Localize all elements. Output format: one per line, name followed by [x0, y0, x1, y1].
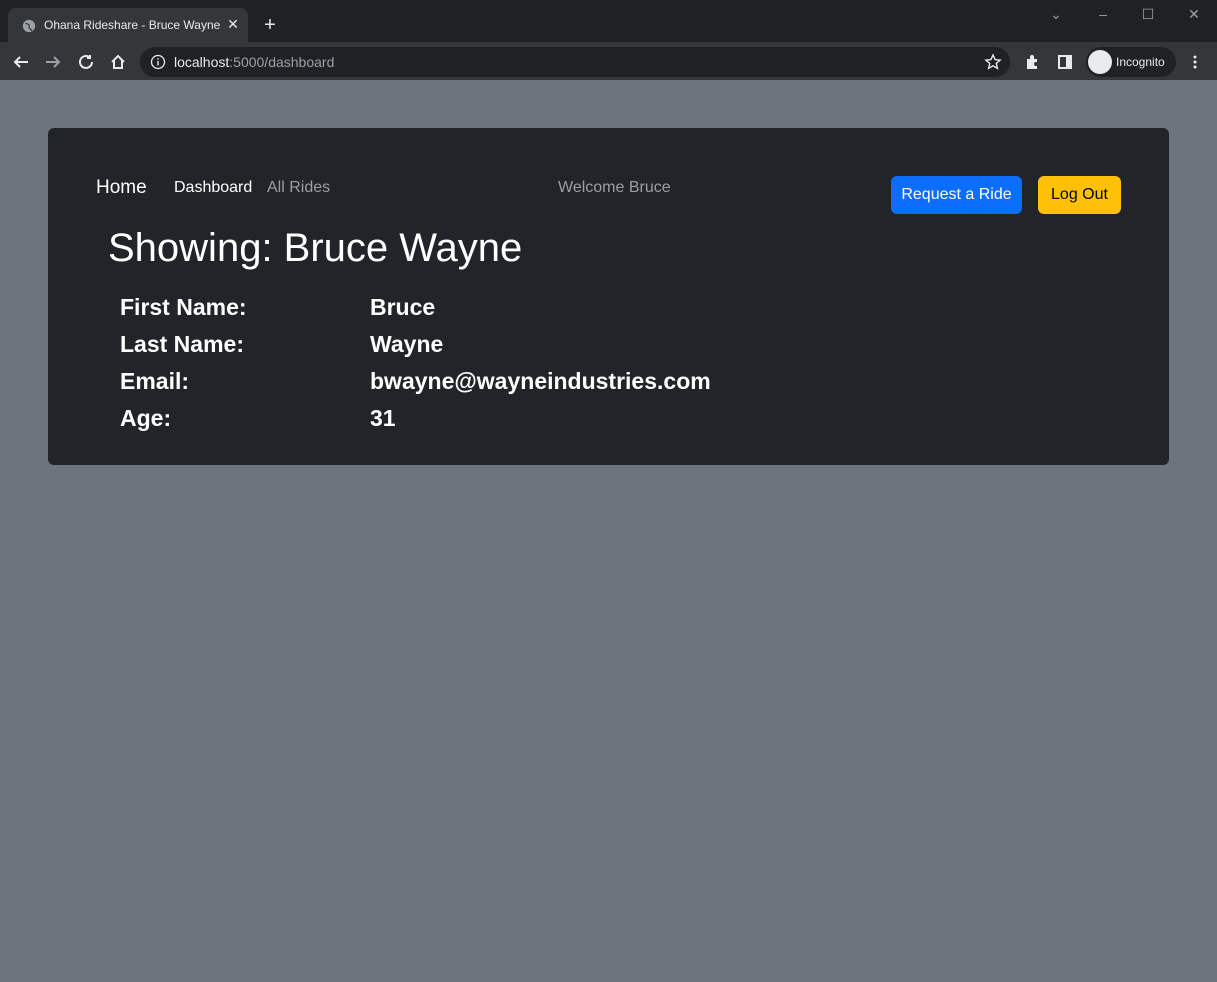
field-label: First Name:	[120, 294, 247, 320]
url-path: :5000/dashboard	[229, 54, 335, 70]
incognito-icon	[1088, 50, 1112, 74]
request-ride-button[interactable]: Request a Ride	[891, 176, 1022, 214]
nav-home-link[interactable]: Home	[96, 177, 147, 199]
minimize-icon[interactable]: –	[1091, 6, 1115, 26]
field-label: Last Name:	[120, 331, 244, 357]
field-value: Wayne	[370, 331, 444, 357]
field-label: Email:	[120, 368, 190, 394]
url-host: localhost	[174, 54, 230, 70]
back-icon[interactable]	[8, 49, 34, 75]
field-value: Bruce	[370, 294, 436, 320]
url-text[interactable]: localhost:5000/dashboard	[174, 54, 334, 70]
tab-title: Ohana Rideshare - Bruce Wayne	[44, 18, 221, 32]
page-title: Showing: Bruce Wayne	[108, 226, 523, 270]
tab-strip: Ohana Rideshare - Bruce Wayne ✕ + ⌄ – ☐ …	[0, 0, 1217, 42]
side-panel-icon[interactable]	[1052, 49, 1078, 75]
new-tab-icon[interactable]: +	[258, 14, 282, 38]
field-value: bwayne@wayneindustries.com	[370, 368, 711, 394]
dashboard-card: Home Dashboard All Rides Welcome Bruce R…	[48, 128, 1169, 465]
nav-all-rides-link[interactable]: All Rides	[267, 179, 330, 197]
nav-dashboard-link[interactable]: Dashboard	[174, 179, 252, 197]
info-icon[interactable]	[150, 54, 166, 70]
extensions-icon[interactable]	[1020, 49, 1046, 75]
field-label: Age:	[120, 405, 172, 431]
welcome-text: Welcome Bruce	[558, 179, 671, 196]
field-value: 31	[370, 405, 396, 431]
incognito-profile[interactable]: Incognito	[1086, 47, 1176, 77]
browser-toolbar: localhost:5000/dashboard Incognito	[0, 42, 1217, 80]
tab-search-icon[interactable]: ⌄	[1044, 6, 1068, 26]
address-bar[interactable]: localhost:5000/dashboard	[140, 47, 1010, 77]
browser-tab[interactable]: Ohana Rideshare - Bruce Wayne ✕	[8, 8, 248, 42]
forward-icon[interactable]	[40, 49, 66, 75]
maximize-icon[interactable]: ☐	[1136, 6, 1160, 26]
reload-icon[interactable]	[73, 49, 99, 75]
home-icon[interactable]	[105, 49, 131, 75]
browser-chrome: Ohana Rideshare - Bruce Wayne ✕ + ⌄ – ☐ …	[0, 0, 1217, 80]
menu-kebab-icon[interactable]	[1182, 49, 1208, 75]
tab-close-icon[interactable]: ✕	[224, 15, 242, 33]
profile-label: Incognito	[1116, 55, 1165, 69]
bookmark-star-icon[interactable]	[984, 53, 1002, 71]
log-out-button[interactable]: Log Out	[1038, 176, 1121, 214]
window-close-icon[interactable]: ✕	[1182, 6, 1206, 26]
globe-icon	[22, 19, 36, 33]
